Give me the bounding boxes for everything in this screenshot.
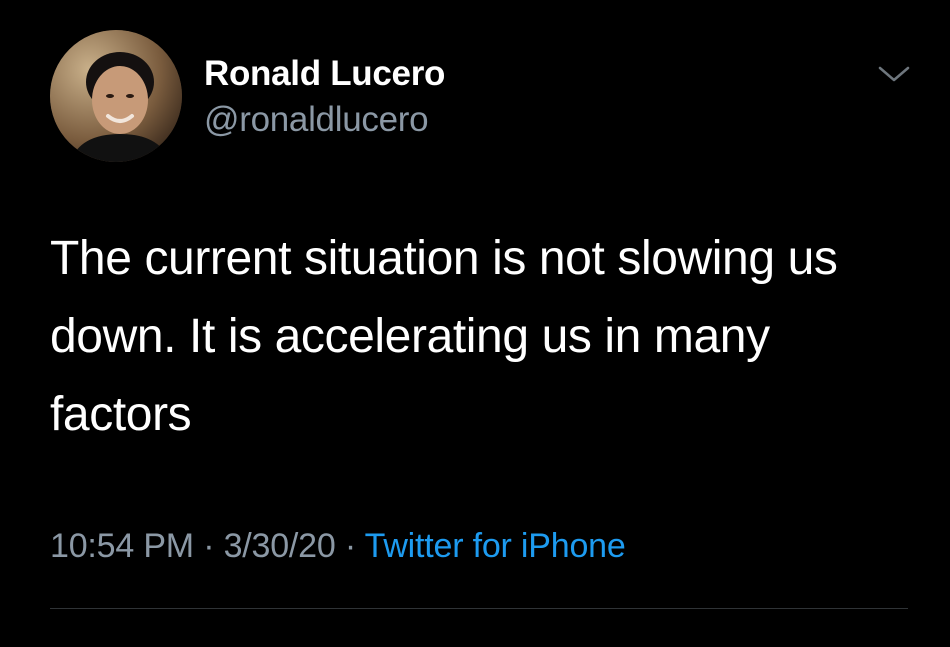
tweet-meta: 10:54 PM · 3/30/20 · Twitter for iPhone — [50, 527, 626, 566]
avatar-image — [50, 30, 182, 162]
tweet-date[interactable]: 3/30/20 — [224, 527, 336, 565]
tweet-text: The current situation is not slowing us … — [50, 232, 838, 441]
meta-separator: · — [203, 527, 215, 565]
avatar[interactable] — [50, 30, 182, 162]
author-handle[interactable]: @ronaldlucero — [204, 100, 429, 140]
tweet-source-link[interactable]: Twitter for iPhone — [365, 527, 626, 565]
chevron-down-icon[interactable] — [872, 60, 916, 90]
author-name[interactable]: Ronald Lucero — [204, 54, 445, 94]
meta-separator: · — [344, 527, 356, 565]
tweet-time[interactable]: 10:54 PM — [50, 527, 194, 565]
divider — [50, 608, 908, 609]
tweet-card: Ronald Lucero @ronaldlucero The current … — [0, 0, 950, 647]
